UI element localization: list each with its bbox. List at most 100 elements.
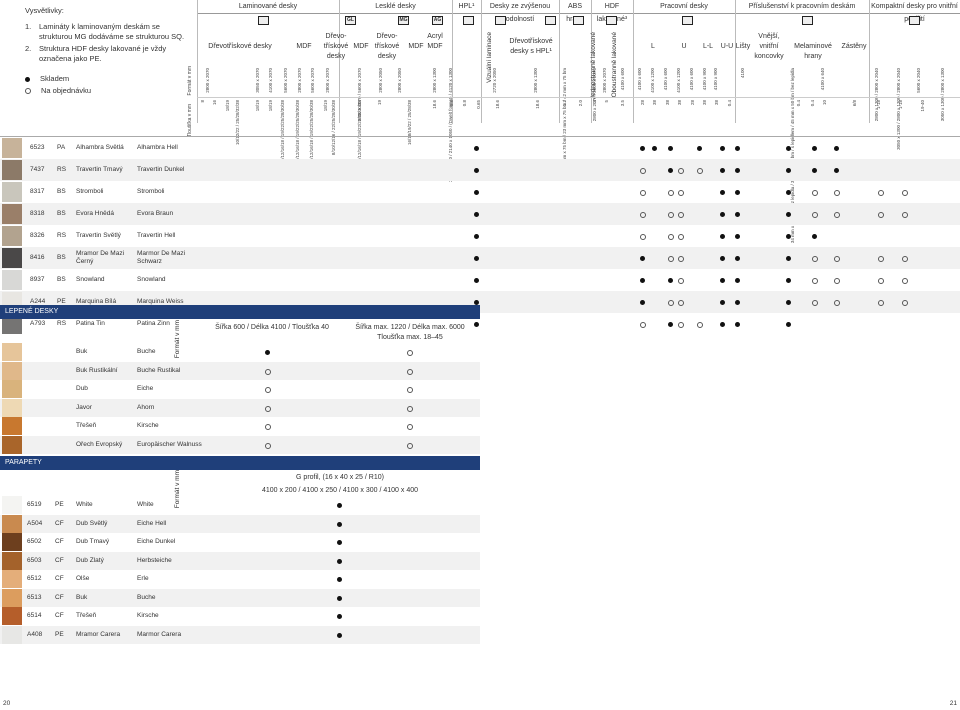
thickness-value: 18.6 bbox=[495, 100, 500, 109]
order-ring-icon bbox=[678, 300, 684, 306]
stock-dot-icon bbox=[735, 278, 740, 283]
format-value: 4100 bbox=[740, 68, 745, 79]
format-value: 2800 x 2070 / 2800 x 2070 bbox=[592, 68, 597, 122]
batten-swatch bbox=[2, 514, 22, 533]
stock-dot-icon bbox=[735, 168, 740, 173]
order-ring-icon bbox=[640, 168, 646, 174]
legend: Vysvětlivky: 1. Lamináty k laminovaným de… bbox=[25, 6, 185, 96]
decor-name-de: Marmor De Mazi Schwarz bbox=[137, 250, 186, 265]
thickness-value: 1-18 bbox=[876, 100, 881, 110]
order-ring-icon bbox=[678, 212, 684, 218]
batten-row: 6519 PE White White bbox=[0, 496, 480, 514]
glued-col1-header: Šířka 600 / Délka 4100 / Tloušťka 40 bbox=[215, 324, 329, 331]
stock-dot-icon bbox=[786, 212, 791, 217]
batten-code: A504 bbox=[27, 519, 43, 527]
batten-name-cz: Dub Světlý bbox=[76, 519, 108, 527]
stock-dot-icon bbox=[735, 256, 740, 261]
thickness-value: 0.4 bbox=[727, 100, 732, 107]
stock-dot-icon bbox=[812, 146, 817, 151]
subheader-ll: L-L bbox=[702, 43, 714, 50]
thickness-value: 0.4 bbox=[810, 100, 815, 107]
order-ring-icon bbox=[678, 234, 684, 240]
order-ring-icon bbox=[697, 168, 703, 174]
decor-code: 8326 bbox=[30, 232, 45, 239]
stock-dot-icon bbox=[735, 300, 740, 305]
stock-dot-icon bbox=[834, 168, 839, 173]
decor-code: 8937 bbox=[30, 276, 45, 283]
glued-row: Javor Ahorn bbox=[0, 398, 480, 417]
order-ring-icon bbox=[678, 168, 684, 174]
glued-name-cz: Javor bbox=[76, 403, 92, 411]
stock-dot-icon bbox=[812, 234, 817, 239]
thickness-value: 28 bbox=[640, 100, 645, 106]
column-divider bbox=[869, 0, 870, 123]
decor-name-cz: Stromboli bbox=[76, 188, 104, 195]
group-header: Lesklé desky bbox=[339, 0, 452, 14]
format-value: 4100 x 600 bbox=[620, 68, 625, 91]
decor-name-de: Alhambra Hell bbox=[137, 144, 178, 151]
subheader-mdf2: MDF bbox=[353, 43, 369, 50]
thickness-value: 3 bbox=[592, 100, 597, 103]
glued-format-label: Formát v mm bbox=[174, 320, 181, 359]
decor-structure: BS bbox=[57, 188, 66, 195]
batten-name-cz: Mramor Carera bbox=[76, 630, 121, 638]
subheader-mdf3: MDF bbox=[408, 43, 424, 50]
column-divider bbox=[197, 0, 198, 123]
batten-name-cz: Olše bbox=[76, 575, 90, 582]
batten-code: 6514 bbox=[27, 612, 42, 619]
stock-dot-icon bbox=[474, 322, 479, 327]
stock-dot-icon bbox=[337, 540, 342, 545]
battens-sizes: 4100 x 200 / 4100 x 250 / 4100 x 300 / 4… bbox=[261, 487, 419, 494]
battens-format-label: Formát v mm bbox=[174, 470, 181, 509]
batten-name-cz: Třešeň bbox=[76, 612, 97, 619]
batten-code: 6513 bbox=[27, 593, 42, 601]
batten-name-de: Marmor Carera bbox=[137, 630, 182, 638]
decor-row: 8317 BS Stromboli Stromboli bbox=[0, 181, 960, 203]
format-label: Formát v mm bbox=[187, 66, 193, 96]
format-value: 3050 x 1300 / 2800 x 1300 bbox=[940, 68, 945, 122]
thickness-value: 18/19 bbox=[255, 100, 260, 112]
format-value: 2800 x 2070 bbox=[297, 68, 302, 93]
stock-dot-icon bbox=[720, 300, 725, 305]
stock-dot-icon bbox=[337, 577, 342, 582]
stock-dot-icon bbox=[474, 278, 479, 283]
batten-structure: CF bbox=[55, 593, 64, 601]
battens-profile: G profil, (16 x 40 x 25 / R10) bbox=[296, 474, 384, 481]
glued-name-cz: Buk bbox=[76, 348, 88, 355]
thickness-value: 0.8 bbox=[449, 100, 454, 107]
thickness-value: 28 bbox=[690, 100, 695, 106]
format-value: 2800 x 2050 bbox=[397, 68, 402, 93]
glued-row: Buk Buche bbox=[0, 343, 480, 361]
stock-dot-icon bbox=[474, 234, 479, 239]
stock-dot-icon bbox=[812, 168, 817, 173]
stock-dot-icon bbox=[337, 595, 342, 601]
glued-name-de: Eiche bbox=[137, 385, 154, 392]
glued-col2-header: Šířka max. 1220 / Délka max. 6000 Tloušť… bbox=[355, 324, 465, 341]
column-divider bbox=[735, 0, 736, 123]
batten-code: 6519 bbox=[27, 501, 42, 508]
subheader-drevo3: Dřevo-třískové desky bbox=[374, 33, 400, 60]
batten-row: 6514 CF Třešeň Kirsche bbox=[0, 607, 480, 625]
thickness-value: 1-18 bbox=[898, 100, 903, 110]
batten-name-de: Eiche Dunkel bbox=[137, 538, 176, 545]
stock-dot-icon bbox=[337, 558, 342, 564]
glued-row: Dub Eiche bbox=[0, 380, 480, 398]
stock-dot-icon bbox=[720, 168, 725, 173]
glued-name-de: Kirsche bbox=[137, 422, 159, 429]
stock-dot-icon bbox=[337, 521, 342, 527]
format-value: 4100 x 900 bbox=[702, 68, 707, 91]
header-divider bbox=[197, 97, 960, 98]
batten-structure: PE bbox=[55, 501, 64, 508]
order-ring-icon bbox=[678, 256, 684, 262]
format-value: 2800 x 2070 bbox=[602, 68, 607, 93]
batten-name-de: Buche bbox=[137, 593, 156, 601]
wood-swatch bbox=[2, 398, 22, 417]
order-ring-icon bbox=[812, 300, 818, 306]
format-value: 2800 x 1300 bbox=[533, 68, 538, 93]
glued-name-cz: Třešeň bbox=[76, 422, 97, 429]
legend-order: Na objednávku bbox=[25, 86, 185, 96]
glued-name-cz: Ořech Evropský bbox=[76, 440, 123, 448]
order-ring-icon bbox=[697, 322, 703, 328]
batten-name-cz: Dub Tmavý bbox=[76, 538, 110, 545]
order-ring-icon bbox=[668, 234, 674, 240]
